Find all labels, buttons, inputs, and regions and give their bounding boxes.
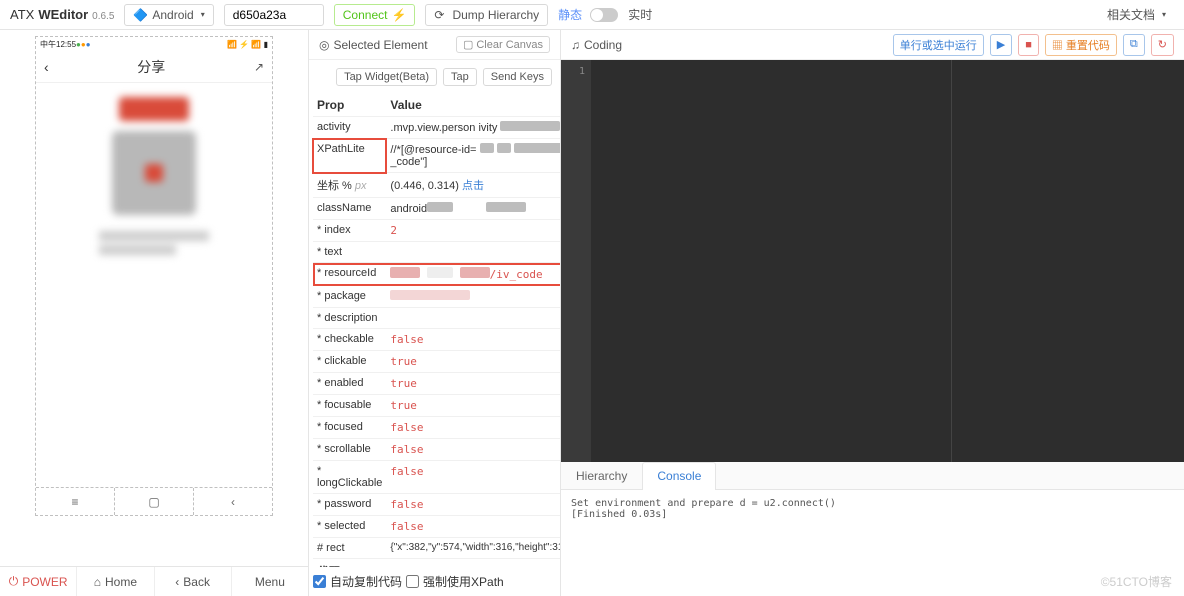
prop-header: Prop (313, 94, 386, 117)
realtime-switch[interactable] (590, 8, 618, 22)
power-button[interactable]: ⏻POWER (0, 567, 77, 596)
app-logo: ATX WEditor 0.6.5 (10, 7, 114, 22)
run-button[interactable]: 单行或选中运行 (893, 34, 984, 56)
table-row: * focusabletrue (313, 395, 560, 417)
table-row: * text (313, 242, 560, 263)
app-name-2: WEditor (38, 7, 88, 22)
file-icon: ▦ (1052, 40, 1066, 52)
watermark: ©51CTO博客 (1101, 573, 1172, 590)
static-label: 静态 (558, 6, 582, 23)
copy-icon[interactable]: ⧉ (1123, 34, 1145, 56)
coding-title: Coding (584, 38, 622, 52)
console-line: Set environment and prepare d = u2.conne… (571, 498, 1174, 509)
auto-copy-checkbox[interactable] (313, 575, 326, 588)
table-row-xpathlite: XPathLite//*[@resource-id= _code"] (313, 139, 560, 173)
status-bar: 中午12:55 ● ● ● 📶 ⚡ 📶 ▮ (36, 37, 272, 51)
blurred-content (36, 83, 272, 487)
nav-home-icon[interactable]: ▢ (115, 488, 194, 515)
send-keys-button[interactable]: Send Keys (483, 68, 552, 86)
back-button[interactable]: ‹Back (155, 567, 232, 596)
menu-button[interactable]: Menu (232, 567, 308, 596)
screen-header: ‹ 分享 ↗ (36, 51, 272, 83)
table-row: * selectedfalse (313, 516, 560, 538)
device-nav: ≡ ▢ ‹ (36, 487, 272, 515)
device-frame[interactable]: 中午12:55 ● ● ● 📶 ⚡ 📶 ▮ ‹ 分享 ↗ (35, 36, 273, 516)
dump-hierarchy-button[interactable]: Dump Hierarchy (425, 4, 548, 26)
android-icon: 🔷 (133, 8, 148, 22)
tap-button[interactable]: Tap (443, 68, 477, 86)
signal-icon: 📶 ⚡ 📶 ▮ (227, 40, 268, 49)
caret-down-icon: ▾ (1162, 10, 1166, 19)
clear-canvas-button[interactable]: ▢ Clear Canvas (456, 36, 550, 53)
value-header: Value (386, 94, 560, 117)
click-link[interactable]: 点击 (462, 180, 484, 192)
force-xpath-label: 强制使用XPath (423, 573, 504, 590)
table-row: 坐标 % px(0.446, 0.314) 点击 (313, 173, 560, 198)
share-out-icon[interactable]: ↗ (254, 60, 264, 74)
status-icon: ● (86, 40, 91, 49)
tab-hierarchy[interactable]: Hierarchy (561, 462, 642, 489)
selected-element-pane: Selected Element ▢ Clear Canvas Tap Widg… (309, 30, 561, 596)
music-icon (571, 38, 584, 52)
connect-button[interactable]: Connect ⚡ (334, 4, 416, 26)
auto-copy-label: 自动复制代码 (330, 573, 402, 590)
tap-widget-button[interactable]: Tap Widget(Beta) (336, 68, 437, 86)
table-row: * index2 (313, 220, 560, 242)
table-row: * focusedfalse (313, 417, 560, 439)
power-icon: ⏻ (9, 574, 19, 589)
table-row: * clickabletrue (313, 351, 560, 373)
home-icon: ⌂ (94, 575, 101, 589)
dump-label: Dump Hierarchy (452, 8, 539, 22)
screen-title: 分享 (49, 57, 254, 77)
home-button[interactable]: ⌂Home (77, 567, 154, 596)
reload-icon (434, 8, 448, 22)
docs-link[interactable]: 相关文档 ▾ (1099, 3, 1174, 26)
status-time: 中午12:55 (40, 39, 76, 50)
serial-input[interactable] (224, 4, 324, 26)
table-row: * description (313, 308, 560, 329)
table-row: * longClickablefalse (313, 461, 560, 494)
tab-console[interactable]: Console (642, 462, 716, 490)
topbar: ATX WEditor 0.6.5 🔷 Android ▾ Connect ⚡ … (0, 0, 1184, 30)
table-row: activity.mvp.view.person ivity (313, 117, 560, 139)
connect-label: Connect (343, 8, 388, 22)
console-line: [Finished 0.03s] (571, 509, 1174, 520)
app-name-1: ATX (10, 7, 34, 22)
coding-pane: Coding 单行或选中运行 ▶ ■ ▦ 重置代码 ⧉ ↻ 1 Hierarch… (561, 30, 1184, 596)
table-row: * enabledtrue (313, 373, 560, 395)
back-icon: ‹ (175, 575, 179, 589)
table-row: # rect{"x":382,"y":574,"width":316,"heig… (313, 538, 560, 559)
code-label: 代码 (313, 559, 556, 567)
nav-menu-icon[interactable]: ≡ (36, 488, 115, 515)
caret-down-icon: ▾ (201, 10, 205, 19)
properties-table: PropValue activity.mvp.view.person ivity… (313, 94, 560, 559)
play-icon[interactable]: ▶ (990, 34, 1012, 56)
output-tabs: Hierarchy Console (561, 462, 1184, 490)
plug-icon: ⚡ (391, 8, 406, 22)
nav-back-icon[interactable]: ‹ (194, 488, 272, 515)
target-icon (319, 38, 333, 52)
editor-gutter: 1 (561, 60, 591, 462)
version-label: 0.6.5 (92, 11, 114, 22)
code-editor[interactable]: 1 (561, 60, 1184, 462)
stop-icon[interactable]: ■ (1018, 34, 1039, 56)
device-control-bar: ⏻POWER ⌂Home ‹Back Menu (0, 566, 308, 596)
table-row: * scrollablefalse (313, 439, 560, 461)
table-row-resourceid: * resourceId /iv_code (313, 263, 560, 286)
square-icon: ▢ (463, 38, 473, 51)
force-xpath-checkbox[interactable] (406, 575, 419, 588)
realtime-label: 实时 (628, 6, 652, 23)
table-row: * passwordfalse (313, 494, 560, 516)
device-pane: 中午12:55 ● ● ● 📶 ⚡ 📶 ▮ ‹ 分享 ↗ (0, 30, 309, 596)
docs-label: 相关文档 (1107, 6, 1155, 23)
table-row: * checkablefalse (313, 329, 560, 351)
platform-label: Android (152, 8, 193, 22)
selected-element-title: Selected Element (333, 38, 427, 52)
platform-select[interactable]: 🔷 Android ▾ (124, 4, 213, 26)
console-output: Set environment and prepare d = u2.conne… (561, 490, 1184, 596)
reset-code-button[interactable]: ▦ 重置代码 (1045, 34, 1117, 56)
refresh-icon[interactable]: ↻ (1151, 34, 1174, 56)
table-row: classNameandroid (313, 198, 560, 220)
table-row: * package (313, 286, 560, 308)
